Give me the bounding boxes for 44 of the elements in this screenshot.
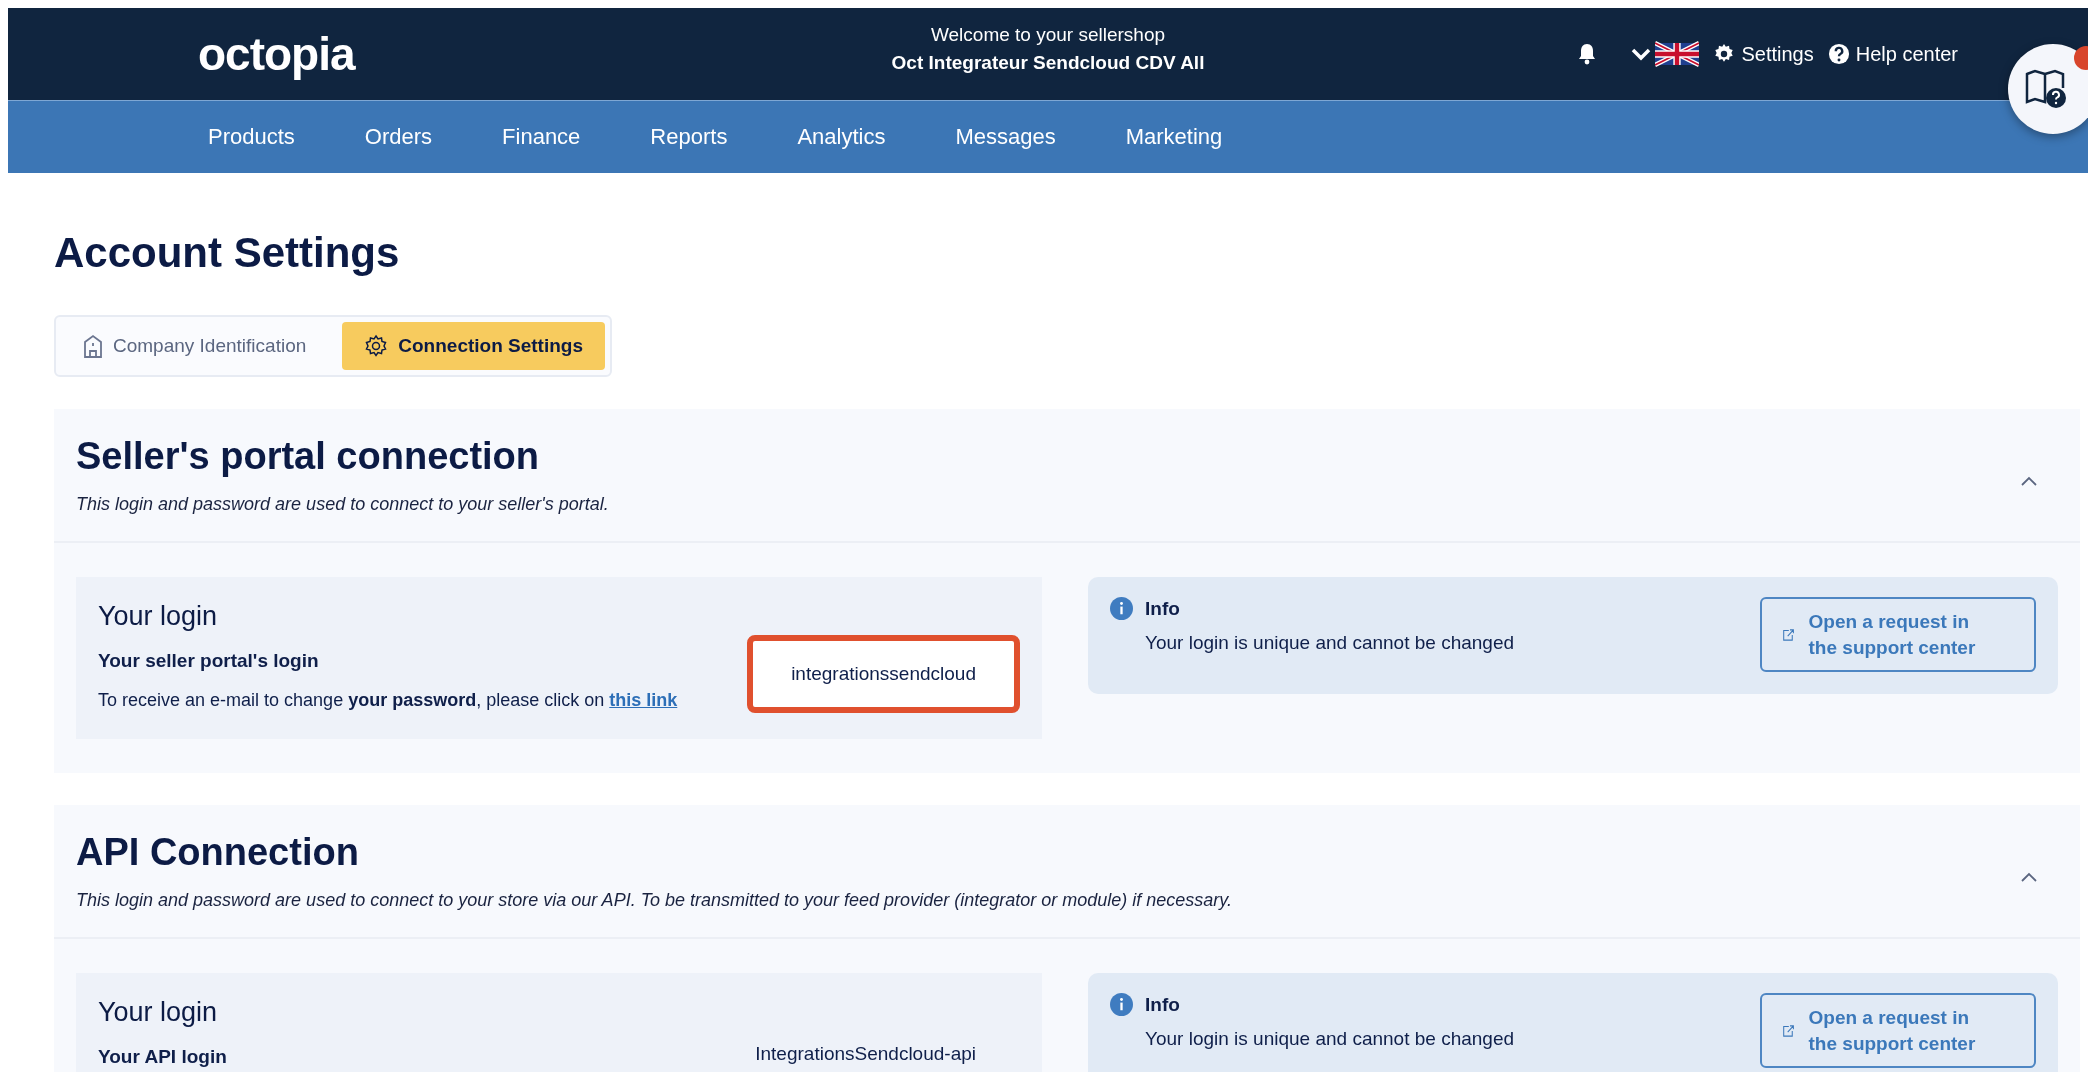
section-title: Seller's portal connection [76,435,541,478]
tab[interactable]: Connection Settings [342,322,605,370]
uk-flag-icon[interactable] [1655,39,1700,69]
nav-item[interactable]: Marketing [1090,124,1258,150]
help-icon [1827,43,1850,65]
shop-name: Oct Integrateur Sendcloud CDV All [891,52,1205,74]
building-icon [83,334,103,358]
info-icon [1110,597,1133,620]
section-description: This login and password are used to connect to your store via our API. To be transmitted to your feed provider (integrator or module) if necessary. [76,890,1233,911]
section-description: This login and password are used to connect to your seller's portal. [76,494,610,515]
login-value: integrationssendcloud [747,635,1020,713]
collapse-chevron-icon[interactable] [2020,475,2038,487]
support-request-button[interactable]: Open a request in the support center [1760,993,2036,1069]
nav-item[interactable]: Reports [615,124,763,150]
logo[interactable]: octopia [198,27,355,81]
tab[interactable]: Company Identification [61,322,329,370]
dropdown-chevron-icon[interactable] [1631,47,1652,61]
info-title: Info [1145,993,1180,1016]
info-title: Info [1145,597,1180,620]
nav-item[interactable]: Products [173,124,330,150]
nav-item[interactable]: Orders [329,124,468,150]
login-heading: Your login [98,997,219,1028]
nav-item[interactable]: Messages [920,124,1091,150]
settings-link[interactable]: Settings [1713,42,1814,66]
page-title: Account Settings [54,229,401,277]
help-center-link[interactable]: Help center [1827,42,1958,66]
nav-item[interactable]: Analytics [762,124,921,150]
login-value: IntegrationsSendcloud-api [754,1042,977,1066]
login-label: Your API login [98,1046,227,1068]
welcome-text: Welcome to your sellershop [930,24,1166,46]
info-text: Your login is unique and cannot be changed [1144,1028,1515,1050]
bell-icon[interactable] [1577,43,1598,65]
password-note: To receive an e-mail to change your password, please click on this link [98,690,678,711]
info-text: Your login is unique and cannot be changed [1144,632,1515,654]
reset-link[interactable]: this link [609,690,678,710]
login-label: Your seller portal's login [98,650,320,672]
collapse-chevron-icon[interactable] [2020,871,2038,883]
book-help-icon [2024,68,2068,110]
info-icon [1110,993,1133,1016]
support-request-button[interactable]: Open a request in the support center [1760,597,2036,673]
section-title: API Connection [76,831,360,874]
nav-item[interactable]: Finance [467,124,616,150]
login-heading: Your login [98,601,219,632]
gear-icon [364,334,389,358]
